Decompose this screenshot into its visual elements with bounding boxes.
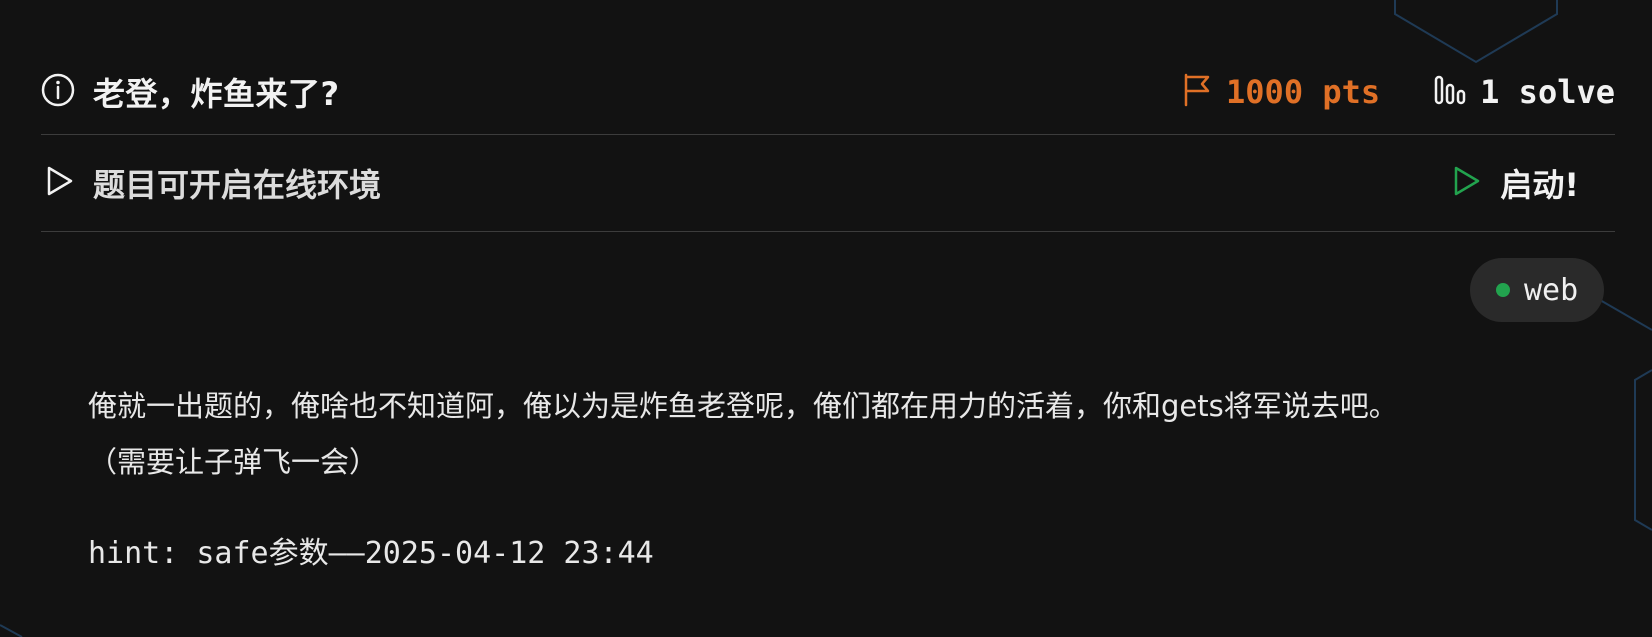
start-environment-button[interactable]: 启动! (1450, 160, 1579, 206)
challenge-solves: 1 solve (1480, 73, 1615, 111)
description-line: （需要让子弹飞一会） (88, 445, 379, 479)
tag-status-dot (1496, 283, 1510, 297)
challenge-points: 1000 pts (1226, 73, 1381, 111)
tag-label: web (1524, 272, 1579, 308)
category-tag[interactable]: web (1470, 258, 1605, 322)
challenge-header: 老登，炸鱼来了? 1000 pts 1 solve (41, 50, 1615, 135)
play-icon (41, 164, 75, 202)
bar-chart-icon (1434, 75, 1466, 109)
play-icon (1450, 164, 1482, 202)
info-icon (41, 73, 75, 111)
challenge-title: 老登，炸鱼来了? (93, 75, 340, 113)
environment-bar: 题目可开启在线环境 启动! (41, 135, 1615, 232)
description-line: 俺就一出题的，俺啥也不知道阿，俺以为是炸鱼老登呢，俺们都在用力的活着，你和get… (88, 389, 1398, 423)
start-button-label: 启动! (1500, 166, 1579, 204)
challenge-hint: hint: safe参数——2025-04-12 23:44 (88, 536, 654, 571)
flag-icon (1182, 73, 1212, 111)
challenge-panel: 老登，炸鱼来了? 1000 pts 1 solve 题目可开启在线环境 启动! … (0, 0, 1652, 637)
challenge-description: 俺就一出题的，俺啥也不知道阿，俺以为是炸鱼老登呢，俺们都在用力的活着，你和get… (88, 378, 1588, 490)
environment-label: 题目可开启在线环境 (93, 166, 382, 204)
